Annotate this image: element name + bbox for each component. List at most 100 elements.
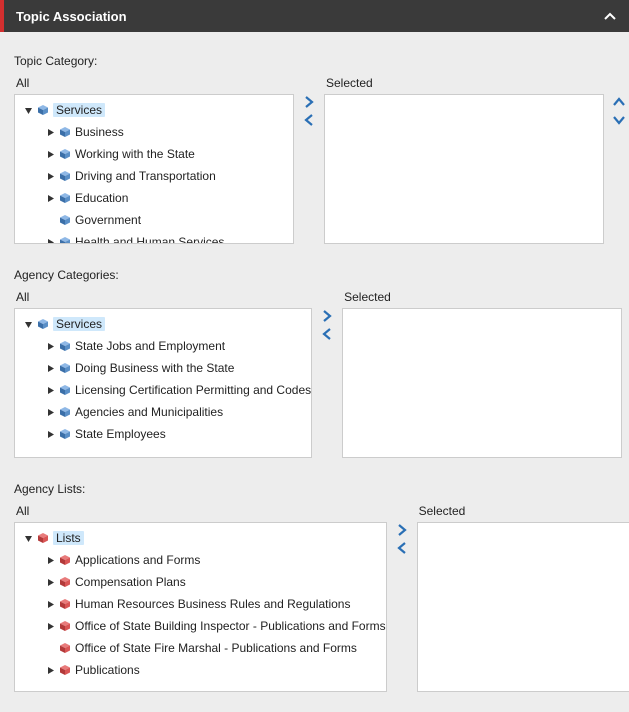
tree-node[interactable]: Services	[15, 313, 311, 335]
agency-lists-label: Agency Lists:	[14, 482, 615, 496]
expand-toggle-icon[interactable]	[43, 575, 57, 589]
tree-node[interactable]: State Employees	[15, 423, 311, 445]
topic-category-dual-list: All ServicesBusinessWorking with the Sta…	[14, 76, 615, 244]
move-left-icon[interactable]	[303, 114, 315, 130]
tree-node-label: Education	[75, 191, 128, 205]
tree-node-label: Office of State Building Inspector - Pub…	[75, 619, 386, 633]
move-arrows	[393, 504, 411, 692]
expand-toggle-icon[interactable]	[43, 191, 57, 205]
expand-toggle-icon[interactable]	[21, 317, 35, 331]
tree-node-label: Government	[75, 213, 141, 227]
panel-header: Topic Association	[0, 0, 629, 32]
tree-node[interactable]: Working with the State	[15, 143, 293, 165]
topic-all-listbox[interactable]: Services Business Working with the State Dr…	[14, 94, 294, 244]
tree-node-label: Applications and Forms	[75, 553, 200, 567]
expand-toggle-icon[interactable]	[43, 663, 57, 677]
cube-icon	[37, 104, 49, 116]
tree-node[interactable]: State Jobs and Employment	[15, 335, 311, 357]
tree-node[interactable]: Human Resources Business Rules and Regul…	[15, 593, 386, 615]
expand-toggle-icon[interactable]	[43, 361, 57, 375]
expand-toggle-icon[interactable]	[43, 339, 57, 353]
tree-node-label: Health and Human Services	[75, 235, 224, 244]
move-right-icon[interactable]	[396, 524, 408, 540]
tree-node-label: Doing Business with the State	[75, 361, 234, 375]
tree-node[interactable]: Office of State Fire Marshal - Publicati…	[15, 637, 386, 659]
tree-node-label: Human Resources Business Rules and Regul…	[75, 597, 350, 611]
tree-node[interactable]: Education	[15, 187, 293, 209]
move-left-icon[interactable]	[321, 328, 333, 344]
cube-icon	[59, 406, 71, 418]
all-header: All	[14, 290, 312, 304]
cube-icon	[59, 126, 71, 138]
expand-toggle-icon[interactable]	[43, 383, 57, 397]
panel-title: Topic Association	[16, 9, 127, 24]
move-arrows	[300, 76, 318, 244]
expand-toggle-icon[interactable]	[43, 619, 57, 633]
agency-cat-all-listbox[interactable]: Services State Jobs and Employment Doing B…	[14, 308, 312, 458]
expand-toggle-icon[interactable]	[21, 531, 35, 545]
expand-toggle-icon[interactable]	[43, 125, 57, 139]
tree-node-label: Business	[75, 125, 124, 139]
tree-node-label: Driving and Transportation	[75, 169, 216, 183]
tree-node[interactable]: Lists	[15, 527, 386, 549]
tree-node[interactable]: Doing Business with the State	[15, 357, 311, 379]
selected-column: Selected	[417, 504, 629, 692]
tree-node[interactable]: Office of State Building Inspector - Pub…	[15, 615, 386, 637]
tree-node-label: Office of State Fire Marshal - Publicati…	[75, 641, 357, 655]
expand-toggle-icon[interactable]	[43, 147, 57, 161]
tree-node[interactable]: Compensation Plans	[15, 571, 386, 593]
cube-icon	[59, 214, 71, 226]
cube-icon	[59, 192, 71, 204]
tree-node[interactable]: Government	[15, 209, 293, 231]
agency-lists-selected-listbox[interactable]	[417, 522, 629, 692]
expand-toggle-icon[interactable]	[21, 103, 35, 117]
move-right-icon[interactable]	[303, 96, 315, 112]
tree-node[interactable]: Services	[15, 99, 293, 121]
tree-node-label: Licensing Certification Permitting and C…	[75, 383, 311, 397]
tree-node-label: State Employees	[75, 427, 166, 441]
tree-node[interactable]: Agencies and Municipalities	[15, 401, 311, 423]
agency-cat-selected-listbox[interactable]	[342, 308, 622, 458]
cube-icon	[59, 576, 71, 588]
move-down-icon[interactable]	[613, 114, 625, 130]
tree-node-label: Working with the State	[75, 147, 195, 161]
topic-category-label: Topic Category:	[14, 54, 615, 68]
tree-node-label: Publications	[75, 663, 140, 677]
expand-toggle-icon[interactable]	[43, 427, 57, 441]
selected-column: Selected	[342, 290, 622, 458]
tree-node[interactable]: Health and Human Services	[15, 231, 293, 244]
topic-selected-listbox[interactable]	[324, 94, 604, 244]
expand-toggle-icon[interactable]	[43, 405, 57, 419]
selected-header: Selected	[324, 76, 604, 90]
tree-node-label: Lists	[53, 531, 84, 545]
cube-icon	[37, 532, 49, 544]
cube-icon	[59, 598, 71, 610]
cube-icon	[59, 384, 71, 396]
expand-toggle-icon[interactable]	[43, 597, 57, 611]
tree-node[interactable]: Publications	[15, 659, 386, 681]
move-up-icon[interactable]	[613, 96, 625, 112]
tree-node[interactable]: Licensing Certification Permitting and C…	[15, 379, 311, 401]
all-column: All ServicesBusinessWorking with the Sta…	[14, 76, 294, 244]
expand-toggle-icon[interactable]	[43, 169, 57, 183]
collapse-icon[interactable]	[603, 8, 617, 24]
selected-header: Selected	[417, 504, 629, 518]
order-arrows	[610, 76, 628, 244]
agency-categories-label: Agency Categories:	[14, 268, 615, 282]
move-arrows	[318, 290, 336, 458]
move-left-icon[interactable]	[396, 542, 408, 558]
cube-icon	[59, 554, 71, 566]
tree-node[interactable]: Driving and Transportation	[15, 165, 293, 187]
expand-toggle-icon[interactable]	[43, 235, 57, 244]
selected-column: Selected	[324, 76, 604, 244]
tree-node-label: State Jobs and Employment	[75, 339, 225, 353]
tree-node-label: Agencies and Municipalities	[75, 405, 223, 419]
agency-categories-dual-list: All Services State Jobs and Employment Doi…	[14, 290, 615, 458]
tree-node[interactable]: Applications and Forms	[15, 549, 386, 571]
cube-icon	[59, 236, 71, 244]
expand-toggle-icon[interactable]	[43, 553, 57, 567]
agency-lists-all-listbox[interactable]: Lists Applications and Forms Compensation …	[14, 522, 387, 692]
cube-icon	[37, 318, 49, 330]
tree-node[interactable]: Business	[15, 121, 293, 143]
move-right-icon[interactable]	[321, 310, 333, 326]
